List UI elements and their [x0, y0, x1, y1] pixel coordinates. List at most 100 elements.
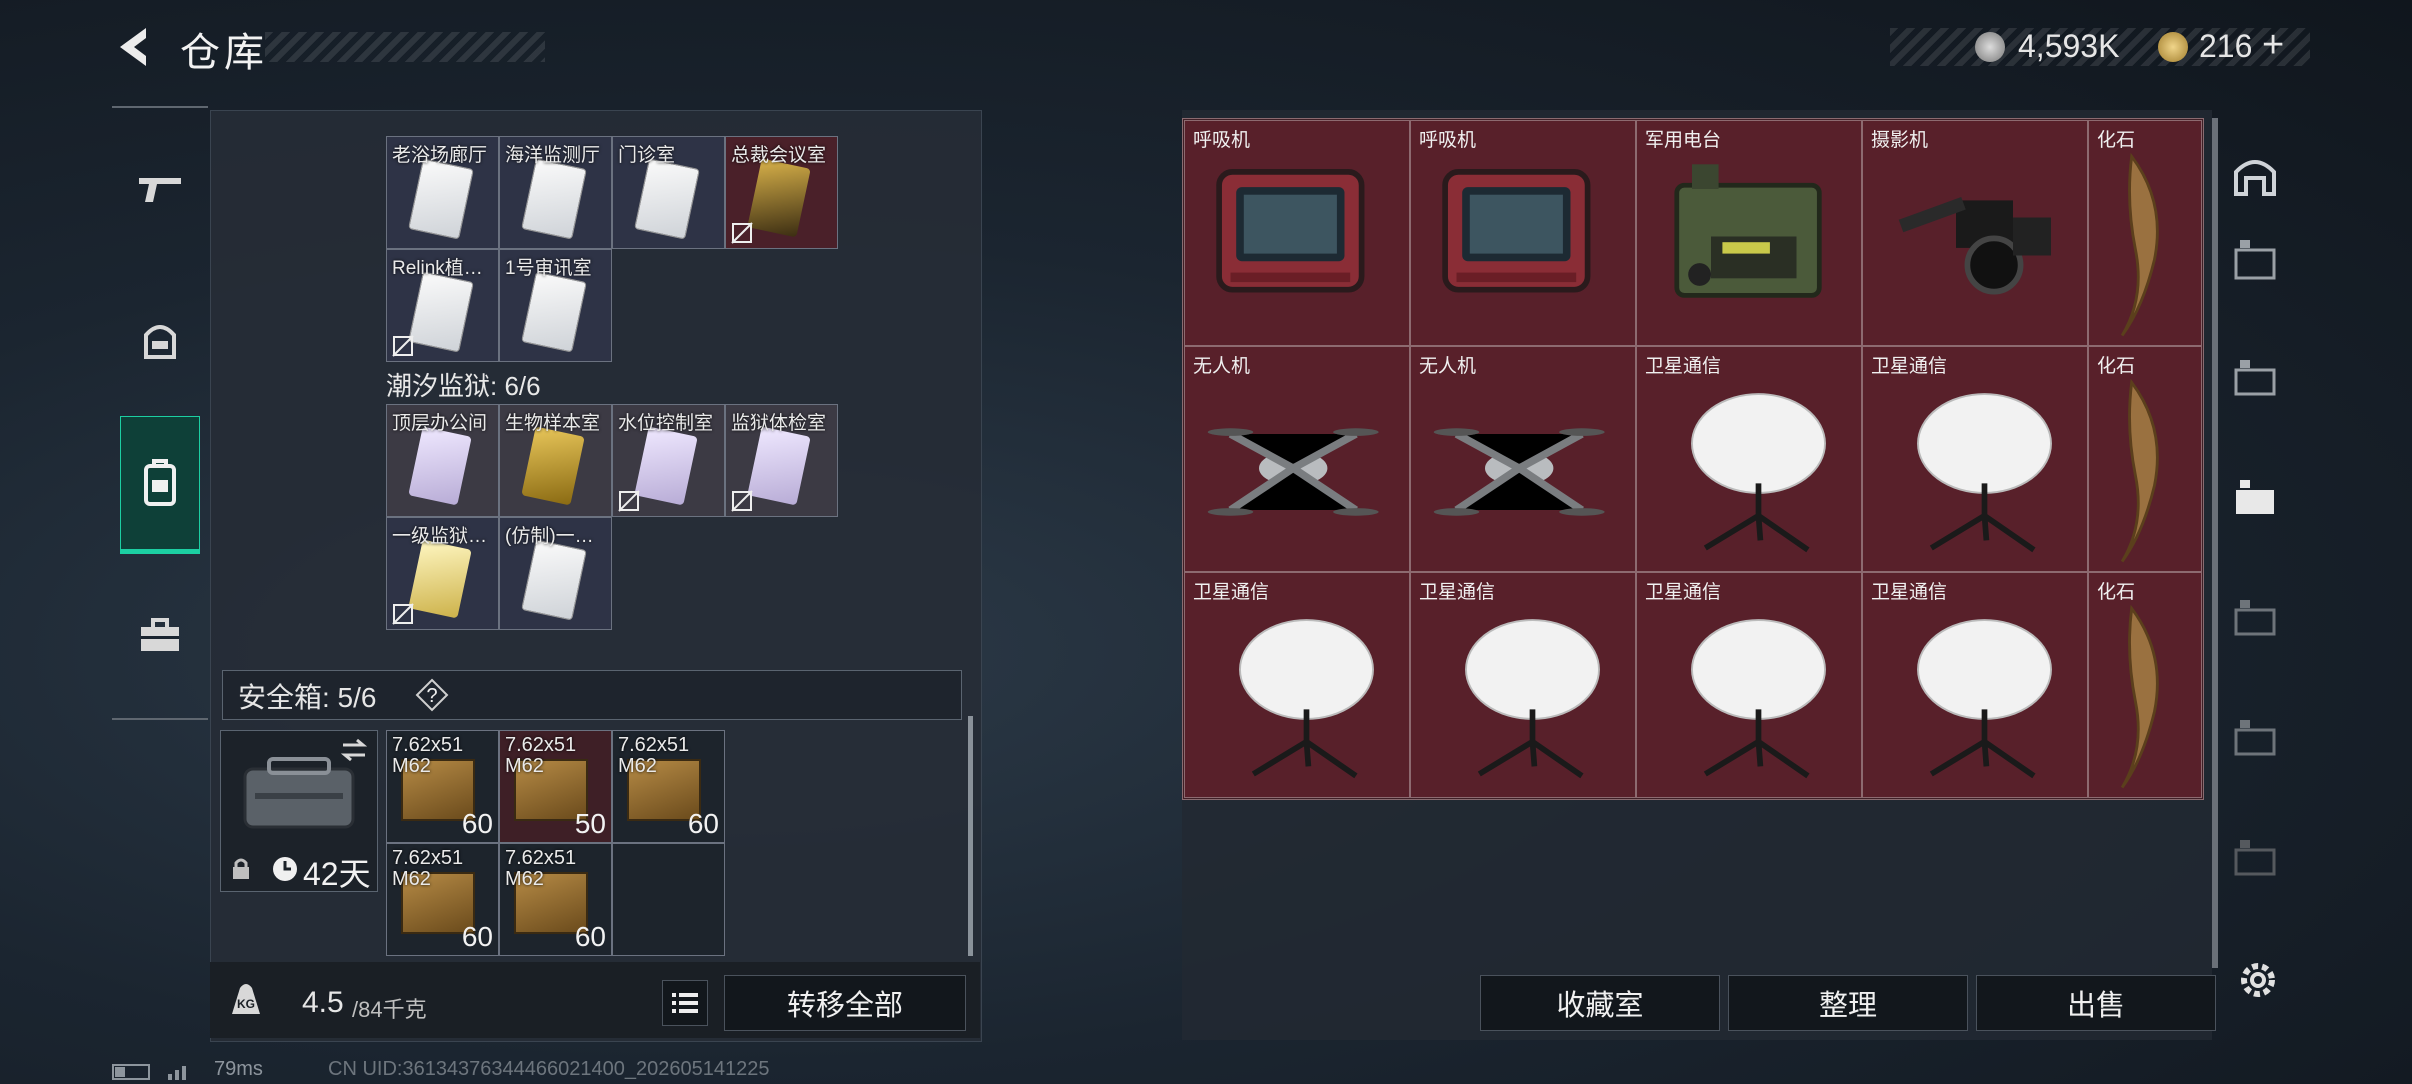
key-card-slot[interactable]: Relink植… [386, 249, 499, 362]
gun-icon [139, 178, 181, 202]
tier-3-icon[interactable] [2230, 236, 2280, 286]
tier-3b-icon[interactable] [2230, 356, 2280, 406]
ammo-count: 60 [687, 808, 719, 839]
tier-4-icon[interactable] [2230, 716, 2280, 766]
safe-box-container[interactable]: 42天 [220, 730, 378, 892]
armor-tab[interactable] [120, 300, 200, 380]
item-name: 无人机 [1193, 356, 1251, 377]
item-name: 卫星通信 [1645, 582, 1722, 603]
ammo-slot[interactable]: 7.62x51 M62 60 [612, 730, 725, 843]
item-name: 卫星通信 [1871, 582, 1948, 603]
fossil-item-icon [2120, 604, 2159, 789]
tier-5-icon[interactable] [2230, 596, 2280, 646]
key-card-slot[interactable]: 门诊室 [612, 136, 725, 249]
weight-current: 4.5 [302, 986, 344, 1019]
transfer-all-button[interactable]: 转移全部 [724, 975, 966, 1031]
key-card-slot[interactable]: 1号审讯室 [499, 249, 612, 362]
stash-slot[interactable]: 卫星通信 [1410, 572, 1636, 798]
key-card-label: (仿制)一… [505, 526, 594, 547]
key-card-icon [634, 426, 698, 506]
no-extract-icon [731, 490, 753, 512]
helmet-icon [144, 325, 176, 359]
stash-slot[interactable]: 化石 [2088, 120, 2202, 346]
ammo-caliber: 7.62x51 [392, 734, 464, 756]
key-card-icon [521, 539, 587, 621]
silver-amount: 4,593K [2018, 28, 2120, 64]
safe-box-label: 安全箱: 5/6 [238, 682, 377, 713]
key-card-icon [747, 158, 811, 238]
stash-slot[interactable]: 呼吸机 [1410, 120, 1636, 346]
key-card-label: 生物样本室 [505, 413, 601, 434]
safe-box-days: 42天 [303, 856, 371, 892]
ammo-slot[interactable]: 7.62x51 M62 60 [386, 730, 499, 843]
key-card-slot[interactable]: 生物样本室 [499, 404, 612, 517]
no-extract-icon [731, 222, 753, 244]
key-card-slot[interactable]: 总裁会议室 [725, 136, 838, 249]
dish-item-icon [1691, 393, 1826, 553]
stash-slot[interactable]: 化石 [2088, 572, 2202, 798]
item-name: 摄影机 [1871, 130, 1929, 151]
empty-slot[interactable] [612, 843, 725, 956]
stash-slot[interactable]: 卫星通信 [1862, 572, 2088, 798]
stash-slot[interactable]: 军用电台 [1636, 120, 1862, 346]
swap-icon[interactable] [339, 737, 369, 763]
key-card-icon [408, 426, 472, 506]
key-card-slot[interactable]: 顶层办公间 [386, 404, 499, 517]
dish-item-icon [1917, 619, 2052, 779]
title-decoration [265, 32, 545, 62]
ammo-type: M62 [392, 755, 431, 777]
stash-slot[interactable]: 卫星通信 [1184, 572, 1410, 798]
key-card-slot[interactable]: (仿制)一… [499, 517, 612, 630]
stash-slot[interactable]: 化石 [2088, 346, 2202, 572]
sort-button[interactable]: 整理 [1728, 975, 1968, 1031]
lock-icon [233, 858, 249, 879]
stash-slot[interactable]: 卫星通信 [1862, 346, 2088, 572]
dish-item-icon [1917, 393, 2052, 553]
list-icon [672, 993, 698, 1013]
safe-case-icon [243, 757, 355, 829]
battery-signal-icon [112, 1064, 186, 1080]
ammo-slot[interactable]: 7.62x51 M62 60 [499, 843, 612, 956]
stash-slot[interactable]: 卫星通信 [1636, 572, 1862, 798]
ammo-slot[interactable]: 7.62x51 M62 50 [499, 730, 612, 843]
sell-button[interactable]: 出售 [1976, 975, 2216, 1031]
item-name: 军用电台 [1645, 130, 1722, 151]
key-card-label: 水位控制室 [618, 413, 714, 434]
key-card-slot[interactable]: 水位控制室 [612, 404, 725, 517]
no-extract-icon [392, 603, 414, 625]
dish-item-icon [1691, 619, 1826, 779]
ammo-count: 60 [461, 808, 493, 839]
key-card-slot[interactable]: 监狱体检室 [725, 404, 838, 517]
add-currency-button[interactable]: + [2262, 24, 2284, 67]
tier-3c-active-icon[interactable] [2230, 476, 2280, 526]
weapon-tab[interactable] [120, 150, 200, 230]
ammo-slot[interactable]: 7.62x51 M62 60 [386, 843, 499, 956]
backpack-tab[interactable] [120, 416, 200, 554]
stash-slot[interactable]: 摄影机 [1862, 120, 2088, 346]
key-card-icon [521, 426, 585, 506]
stash-home-icon[interactable] [2230, 150, 2280, 200]
item-name: 卫星通信 [1645, 356, 1722, 377]
briefcase-icon [141, 618, 179, 651]
ammo-count: 60 [461, 921, 493, 952]
stash-slot[interactable]: 呼吸机 [1184, 120, 1410, 346]
help-icon[interactable]: ? [415, 678, 449, 712]
item-name: 卫星通信 [1871, 356, 1948, 377]
tier-4b-icon[interactable] [2230, 836, 2280, 886]
key-card-slot[interactable]: 一级监狱… [386, 517, 499, 630]
item-name: 化石 [2097, 356, 2136, 377]
ammo-caliber: 7.62x51 [505, 734, 577, 756]
stash-slot[interactable]: 无人机 [1184, 346, 1410, 572]
settings-gear-icon[interactable] [2236, 958, 2280, 1002]
stash-slot[interactable]: 无人机 [1410, 346, 1636, 572]
key-card-slot[interactable]: 老浴场廊厅 [386, 136, 499, 249]
collection-room-button[interactable]: 收藏室 [1480, 975, 1720, 1031]
back-arrow-icon[interactable] [110, 22, 160, 72]
case-tab[interactable] [120, 596, 200, 676]
item-name: 呼吸机 [1419, 130, 1477, 151]
key-card-label: 老浴场廊厅 [392, 145, 488, 166]
list-view-button[interactable] [662, 980, 708, 1026]
stash-slot[interactable]: 卫星通信 [1636, 346, 1862, 572]
inventory-scrollbar[interactable] [968, 716, 973, 956]
key-card-slot[interactable]: 海洋监测厅 [499, 136, 612, 249]
